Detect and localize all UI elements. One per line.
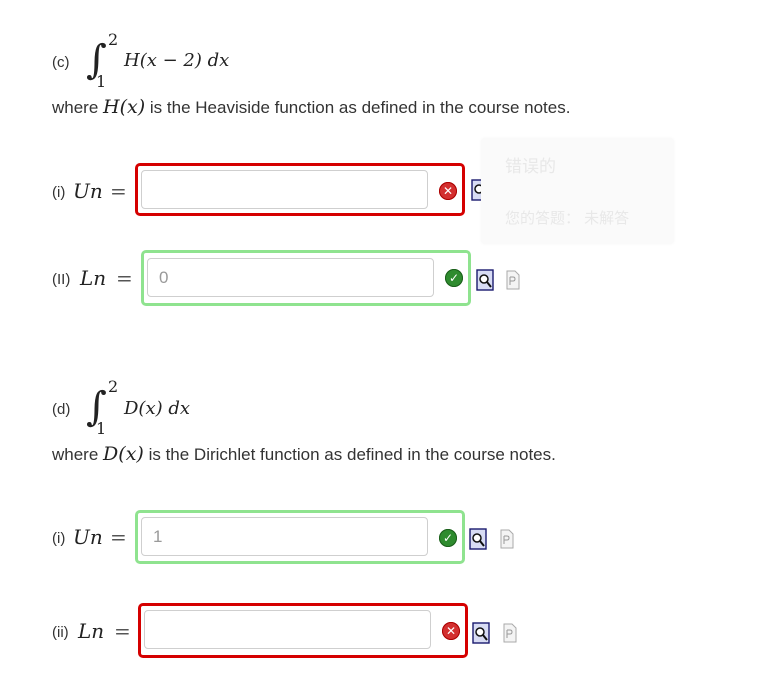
answer-field-wrapper (135, 510, 465, 564)
description-suffix: is the Heaviside function as defined in … (149, 98, 571, 117)
x-circle-icon: ✕ (442, 622, 460, 640)
answer-field-wrapper (141, 250, 471, 306)
magnifier-preview-icon[interactable] (469, 528, 487, 550)
integral-upper-limit: 2 (108, 30, 119, 49)
description-prefix: where (52, 445, 99, 464)
variable-name: Un (73, 525, 103, 549)
question-label: (i) (52, 530, 66, 547)
answer-field-wrapper (135, 163, 465, 216)
integral-upper-limit: 2 (108, 377, 119, 396)
integral-lower-limit: 1 (96, 72, 107, 91)
check-circle-icon: ✓ (439, 529, 457, 547)
magnifier-preview-icon[interactable] (472, 622, 490, 644)
answer-input[interactable] (147, 258, 434, 297)
equals-sign: = (110, 179, 127, 203)
description-prefix: where (52, 98, 99, 117)
description-suffix: is the Dirichlet function as defined in … (148, 445, 556, 464)
function-name: H(x) (103, 96, 146, 118)
answer-input[interactable] (144, 610, 431, 649)
part-d-label: (d) (52, 401, 71, 418)
function-name: D(x) (103, 443, 144, 465)
variable-name: Ln (80, 266, 107, 290)
equals-sign: = (110, 525, 127, 549)
feedback-tooltip: 错误的 您的答题： 未解答 (481, 138, 674, 244)
answer-field-wrapper (138, 603, 468, 658)
question-label: (II) (52, 271, 71, 288)
answer-input[interactable] (141, 170, 428, 209)
equals-sign: = (116, 266, 133, 290)
integral-lower-limit: 1 (96, 419, 107, 438)
text-document-icon[interactable] (506, 270, 520, 290)
variable-name: Un (73, 179, 103, 203)
text-document-icon[interactable] (500, 529, 514, 549)
part-c-label: (c) (52, 54, 70, 71)
description: where D(x) is the Dirichlet function as … (52, 443, 556, 465)
question-label: (ii) (52, 624, 69, 641)
tooltip-title: 错误的 (505, 157, 556, 176)
x-circle-icon: ✕ (439, 182, 457, 200)
answer-input[interactable] (141, 517, 428, 556)
magnifier-preview-icon[interactable] (476, 269, 494, 291)
equals-sign: = (114, 619, 131, 643)
integrand: H(x − 2) dx (124, 50, 230, 71)
check-circle-icon: ✓ (445, 269, 463, 287)
variable-name: Ln (78, 619, 105, 643)
tooltip-answer: 您的答题： 未解答 (505, 210, 630, 227)
text-document-icon[interactable] (503, 623, 517, 643)
question-label: (i) (52, 184, 66, 201)
integrand: D(x) dx (124, 398, 191, 419)
description: where H(x) is the Heaviside function as … (52, 96, 570, 118)
